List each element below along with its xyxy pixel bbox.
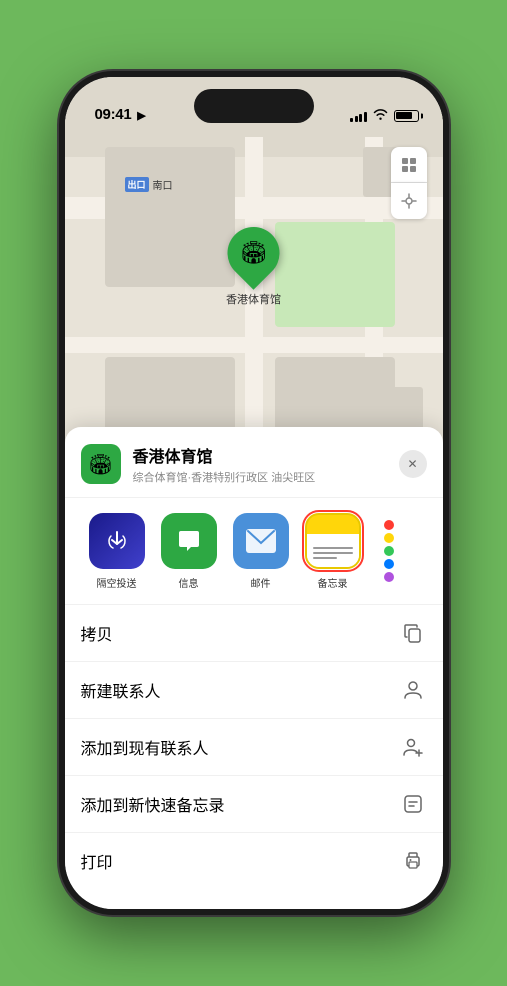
share-app-airdrop[interactable]: 隔空投送 — [81, 513, 153, 590]
close-button[interactable]: ✕ — [399, 450, 427, 478]
share-app-notes[interactable]: 备忘录 — [297, 513, 369, 590]
location-button[interactable] — [391, 183, 427, 219]
bottom-sheet: 🏟 香港体育馆 综合体育馆·香港特别行政区 油尖旺区 ✕ — [65, 427, 443, 909]
airdrop-icon — [89, 513, 145, 569]
action-new-contact-label: 新建联系人 — [81, 678, 161, 702]
action-list: 拷贝 新建联系人 — [65, 605, 443, 889]
location-header: 🏟 香港体育馆 综合体育馆·香港特别行政区 油尖旺区 ✕ — [65, 427, 443, 498]
location-subtitle: 综合体育馆·香港特别行政区 油尖旺区 — [133, 469, 387, 485]
share-apps-row: 隔空投送 信息 — [65, 498, 443, 605]
notes-label: 备忘录 — [318, 575, 348, 590]
location-info: 香港体育馆 综合体育馆·香港特别行政区 油尖旺区 — [133, 443, 387, 485]
share-app-more[interactable] — [369, 512, 409, 590]
signal-bars-icon — [350, 110, 367, 122]
person-add-icon — [399, 733, 427, 761]
notes-icon — [305, 513, 361, 569]
map-label: 出口 南口 — [125, 177, 173, 192]
action-print-label: 打印 — [81, 849, 113, 873]
action-add-existing-label: 添加到现有联系人 — [81, 735, 209, 759]
action-add-notes[interactable]: 添加到新快速备忘录 — [65, 776, 443, 833]
printer-icon — [399, 847, 427, 875]
action-copy-label: 拷贝 — [81, 621, 113, 645]
map-label-text: 南口 — [153, 177, 173, 192]
copy-icon — [399, 619, 427, 647]
map-controls — [391, 147, 427, 219]
phone-screen: 09:41 ▶ — [65, 77, 443, 909]
location-arrow-icon: ▶ — [137, 110, 145, 122]
location-venue-icon: 🏟 — [81, 444, 121, 484]
phone-frame: 09:41 ▶ — [59, 71, 449, 915]
dynamic-island — [194, 89, 314, 123]
stadium-icon: 🏟 — [240, 240, 268, 266]
messages-icon — [161, 513, 217, 569]
share-app-messages[interactable]: 信息 — [153, 513, 225, 590]
action-copy[interactable]: 拷贝 — [65, 605, 443, 662]
map-type-button[interactable] — [391, 147, 427, 183]
action-print[interactable]: 打印 — [65, 833, 443, 889]
note-add-icon — [399, 790, 427, 818]
wifi-icon — [373, 108, 388, 123]
map-label-badge: 出口 — [125, 177, 149, 192]
stadium-marker[interactable]: 🏟 香港体育馆 — [226, 227, 281, 307]
battery-icon — [394, 110, 419, 122]
status-time: 09:41 ▶ — [95, 106, 146, 123]
status-icons — [350, 108, 419, 123]
marker-pin: 🏟 — [217, 216, 291, 290]
location-name: 香港体育馆 — [133, 443, 387, 467]
share-app-mail[interactable]: 邮件 — [225, 513, 297, 590]
marker-label: 香港体育馆 — [226, 291, 281, 307]
mail-label: 邮件 — [251, 575, 271, 590]
messages-label: 信息 — [179, 575, 199, 590]
action-new-contact[interactable]: 新建联系人 — [65, 662, 443, 719]
mail-icon — [233, 513, 289, 569]
action-add-existing[interactable]: 添加到现有联系人 — [65, 719, 443, 776]
airdrop-label: 隔空投送 — [97, 575, 137, 590]
person-icon — [399, 676, 427, 704]
action-add-notes-label: 添加到新快速备忘录 — [81, 792, 225, 816]
